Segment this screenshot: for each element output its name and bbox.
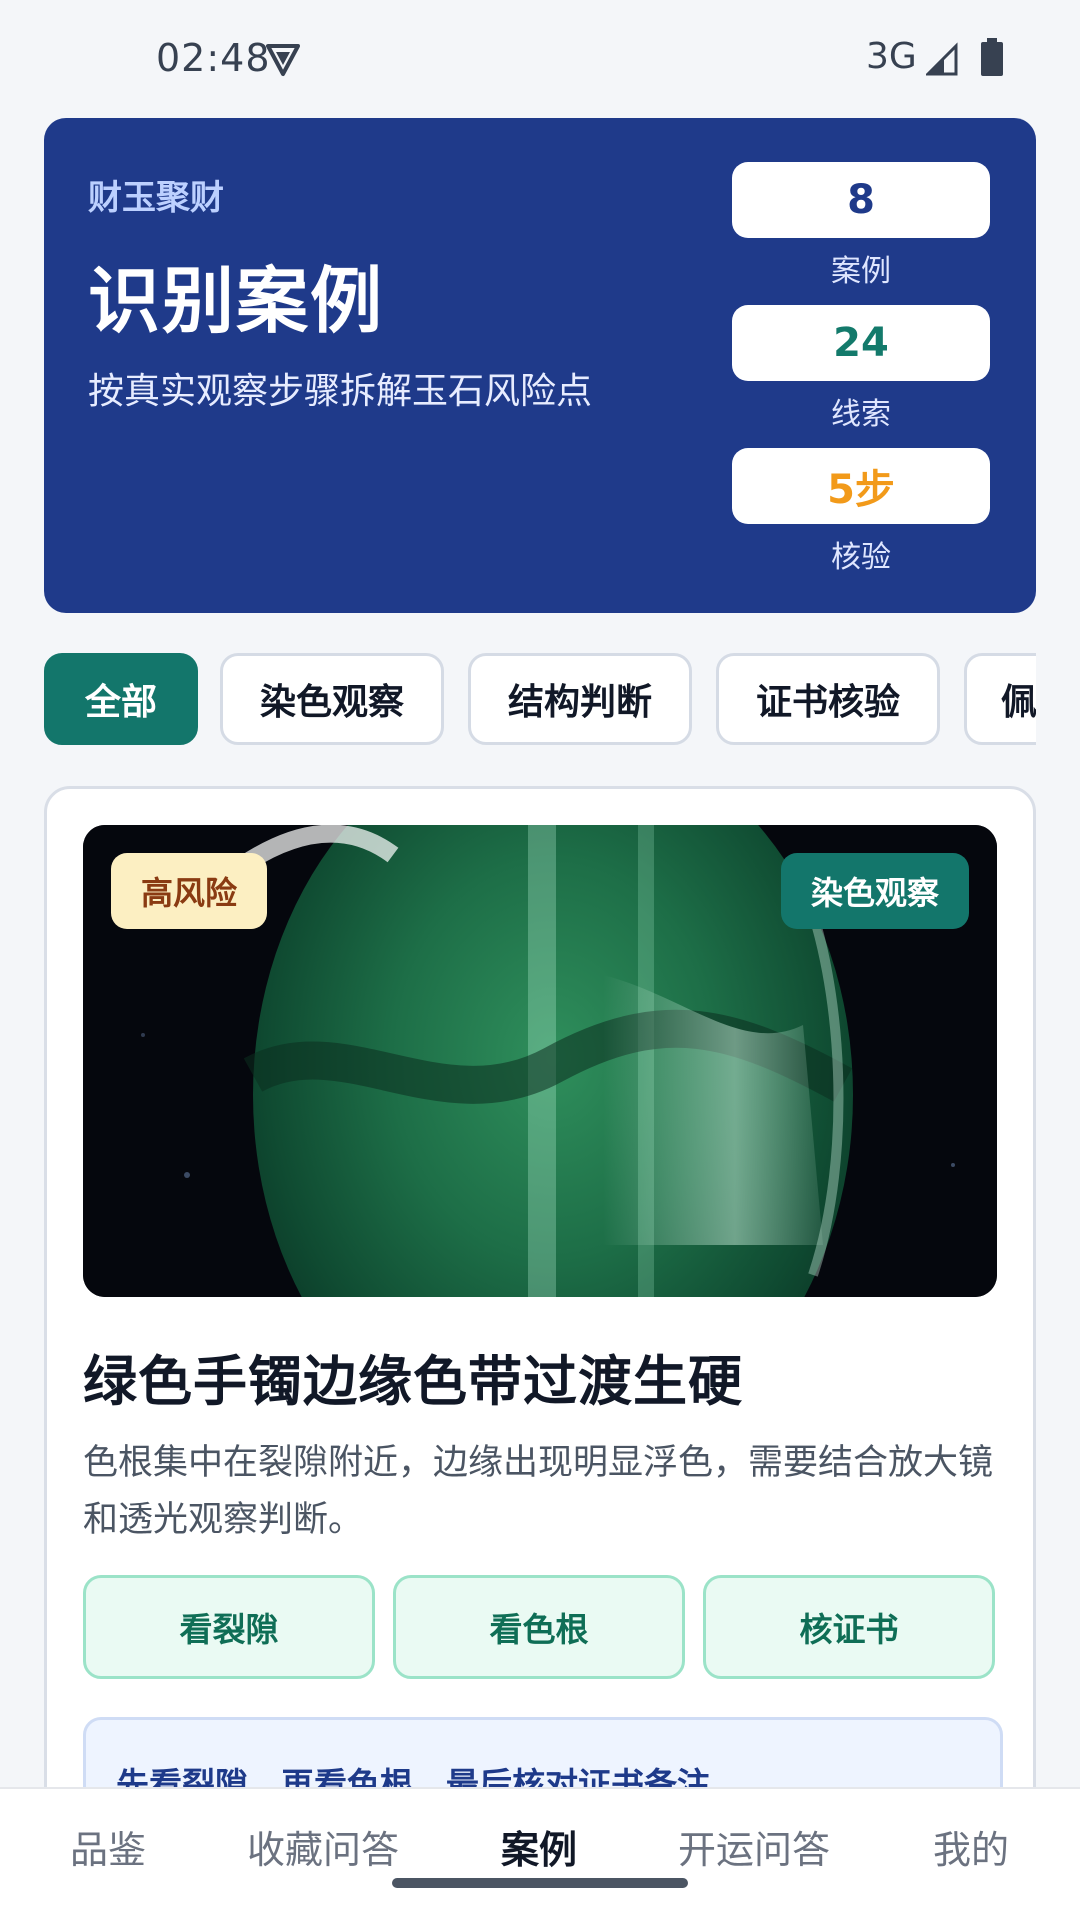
battery-icon [981, 38, 1003, 76]
nav-item-me[interactable]: 我的 [933, 1819, 1009, 1874]
vpn-shield-icon [266, 44, 300, 76]
case-title: 绿色手镯边缘色带过渡生硬 [83, 1350, 743, 1413]
category-badge: 染色观察 [780, 853, 969, 929]
stat-cases-value: 8 [732, 162, 990, 238]
stat-clues: 24 线索 [732, 305, 990, 433]
check-certificate-button[interactable]: 核证书 [703, 1575, 995, 1679]
case-page: 02:48 3G 财玉聚财 识别案例 按真实观察步骤拆解玉石风险点 8 案例 2… [0, 0, 1080, 1920]
filter-chip-row: 全部 染色观察 结构判断 证书核验 佩 [44, 652, 1036, 748]
check-crack-button[interactable]: 看裂隙 [83, 1575, 375, 1679]
network-type: 3G [866, 36, 917, 77]
nav-item-cases[interactable]: 案例 [501, 1819, 577, 1874]
status-bar: 02:48 3G [0, 0, 1080, 112]
stat-steps-label: 核验 [831, 540, 891, 575]
page-title: 识别案例 [88, 259, 385, 343]
hero-banner: 财玉聚财 识别案例 按真实观察步骤拆解玉石风险点 8 案例 24 线索 5步 核… [44, 118, 1036, 613]
jade-bangle-image: 高风险 染色观察 [83, 825, 997, 1297]
home-indicator[interactable] [392, 1878, 688, 1888]
nav-item-appraisal[interactable]: 品鉴 [70, 1819, 146, 1874]
signal-icon [926, 42, 958, 76]
filter-chip-dye[interactable]: 染色观察 [220, 653, 444, 745]
stat-cases: 8 案例 [732, 162, 990, 290]
hero-kicker: 财玉聚财 [88, 178, 224, 218]
stat-steps: 5步 核验 [732, 448, 990, 576]
stat-cases-label: 案例 [831, 254, 891, 289]
status-time: 02:48 [156, 36, 271, 80]
risk-badge: 高风险 [111, 853, 268, 929]
stat-clues-value: 24 [732, 305, 990, 381]
case-card[interactable]: 高风险 染色观察 绿色手镯边缘色带过渡生硬 色根集中在裂隙附近，边缘出现明显浮色… [44, 786, 1036, 1920]
bottom-navigation: 品鉴 收藏问答 案例 开运问答 我的 [0, 1787, 1080, 1920]
stat-clues-label: 线索 [831, 397, 891, 432]
hero-subtitle: 按真实观察步骤拆解玉石风险点 [88, 371, 593, 412]
nav-item-fortune-qa[interactable]: 开运问答 [678, 1819, 830, 1874]
case-description: 色根集中在裂隙附近，边缘出现明显浮色，需要结合放大镜和透光观察判断。 [83, 1443, 994, 1540]
check-color-root-button[interactable]: 看色根 [393, 1575, 685, 1679]
filter-chip-wear[interactable]: 佩 [964, 653, 1036, 745]
filter-chip-all[interactable]: 全部 [44, 653, 198, 745]
case-action-row: 看裂隙 看色根 核证书 [83, 1575, 1003, 1679]
filter-chip-structure[interactable]: 结构判断 [468, 653, 692, 745]
stat-steps-value: 5步 [732, 448, 990, 524]
filter-chip-certificate[interactable]: 证书核验 [716, 653, 940, 745]
nav-item-collection-qa[interactable]: 收藏问答 [247, 1819, 399, 1874]
